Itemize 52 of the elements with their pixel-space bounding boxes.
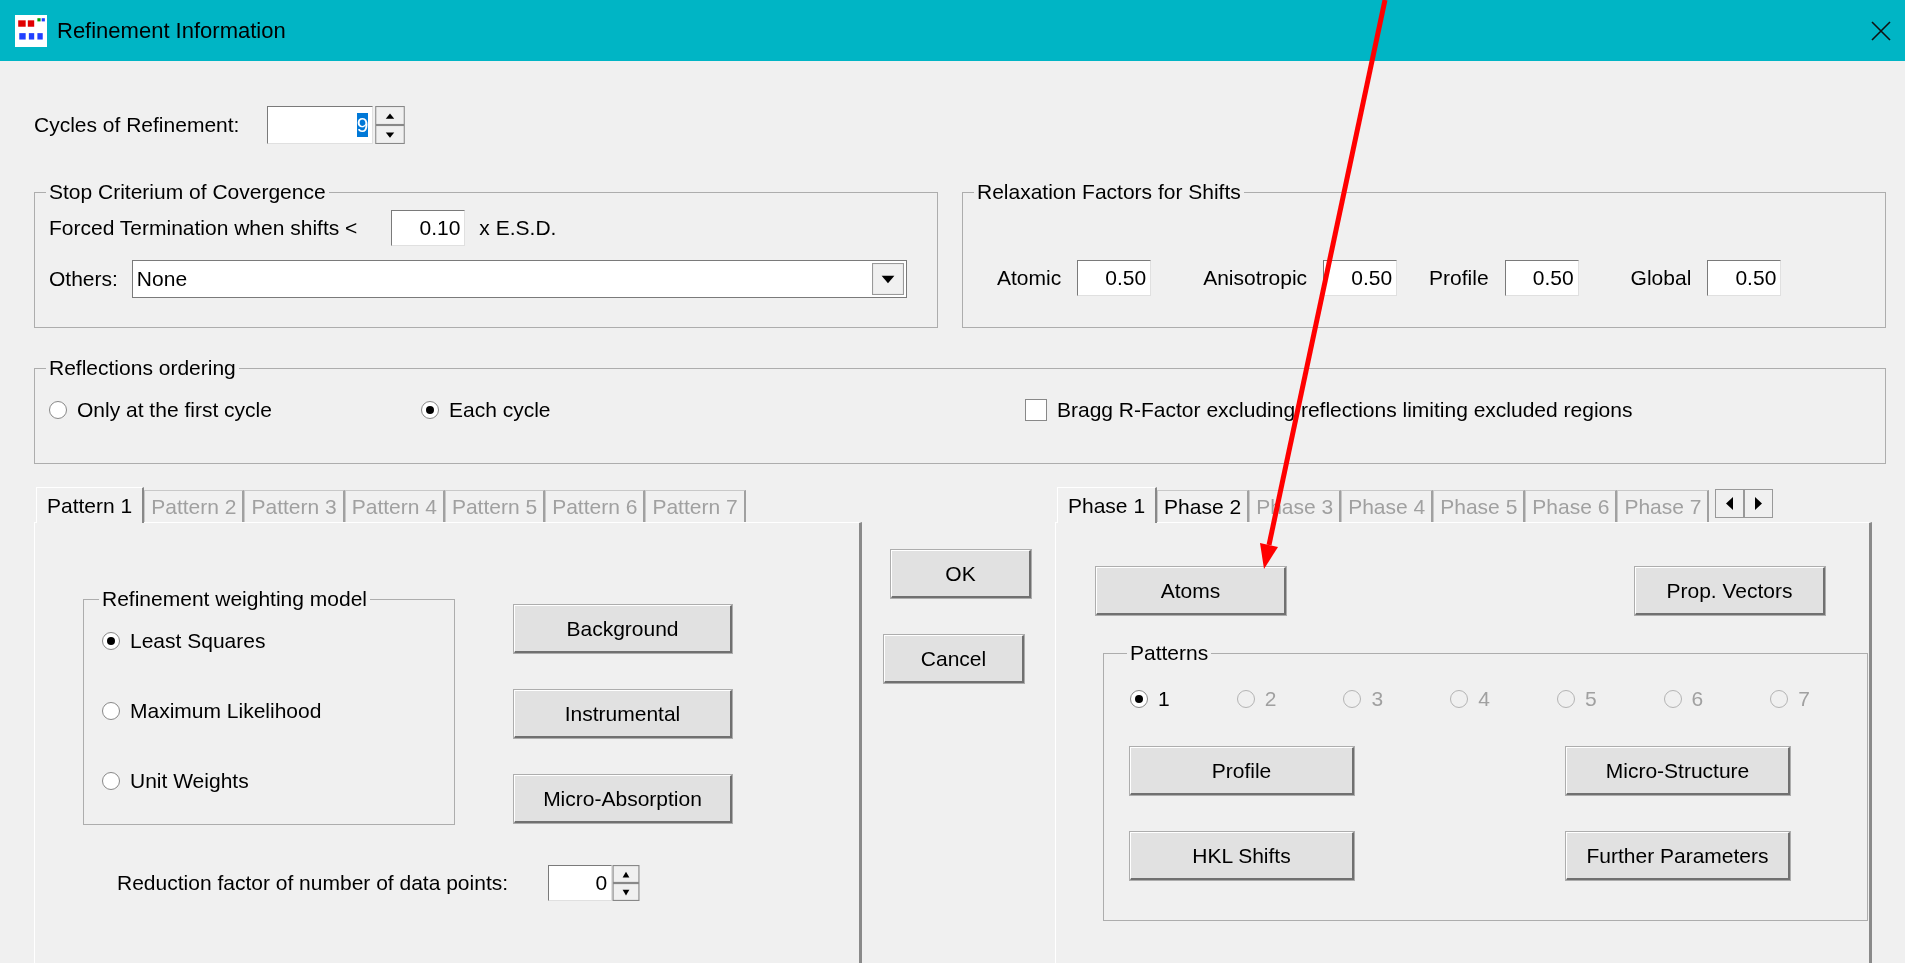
spin-down-icon[interactable] [373, 125, 408, 144]
spin-down-icon[interactable] [612, 883, 641, 901]
panel-button[interactable]: Further Parameters [1566, 832, 1790, 880]
factor-input[interactable]: 0.50 [1707, 260, 1782, 296]
phase-tab[interactable]: Phase 2 [1157, 490, 1250, 522]
forced-termination-label: Forced Termination when shifts < [49, 216, 358, 240]
reduction-label: Reduction factor of number of data points: [117, 871, 509, 895]
window-title: Refinement Information [57, 17, 287, 44]
others-label: Others: [49, 267, 118, 291]
factor-label: Profile [1429, 266, 1489, 290]
others-dropdown[interactable]: None [131, 260, 907, 298]
radio-option[interactable]: Only at the first cycle [49, 398, 419, 422]
pattern-tab[interactable]: Pattern 1 [36, 487, 145, 523]
cycles-label: Cycles of Refinement: [34, 113, 240, 137]
panel-button[interactable]: Profile [1130, 747, 1354, 795]
close-icon[interactable] [1871, 20, 1891, 41]
shift-threshold-input[interactable]: 0.10 [391, 210, 466, 246]
factor-input[interactable]: 0.50 [1077, 260, 1152, 296]
dialog-button[interactable]: Cancel [884, 635, 1024, 683]
app-logo-icon [15, 14, 47, 47]
panel-button[interactable]: Micro-Absorption [514, 775, 732, 823]
panel-button[interactable]: Atoms [1096, 567, 1286, 615]
panel-button[interactable]: HKL Shifts [1130, 832, 1354, 880]
radio-option[interactable]: Each cycle [421, 398, 1025, 422]
dialog-button[interactable]: OK [891, 550, 1031, 598]
spin-up-icon[interactable] [373, 106, 408, 125]
group-title: Refinement weighting model [101, 587, 368, 611]
scroll-right-icon[interactable] [1744, 489, 1774, 518]
spin-up-icon[interactable] [612, 865, 641, 883]
reduction-input[interactable]: 0 [548, 865, 613, 901]
group-title: Reflections ordering [48, 356, 237, 380]
panel-button[interactable]: Prop. Vectors [1635, 567, 1825, 615]
cycles-input[interactable]: 9 [267, 106, 374, 144]
radio-option[interactable]: Unit Weights [102, 769, 436, 793]
radio-option[interactable]: 1 [1130, 687, 1170, 711]
group-title: Patterns [1129, 641, 1210, 665]
panel-button[interactable]: Micro-Structure [1566, 747, 1790, 795]
group-title: Stop Criterium of Covergence [48, 180, 327, 204]
factor-input[interactable]: 0.50 [1323, 260, 1398, 296]
factor-input[interactable]: 0.50 [1504, 260, 1579, 296]
esd-label: x E.S.D. [479, 216, 557, 240]
phase-tab[interactable]: Phase 1 [1057, 487, 1158, 523]
radio-option[interactable]: Maximum Likelihood [102, 699, 436, 723]
group-title: Relaxation Factors for Shifts [976, 180, 1242, 204]
bragg-checkbox[interactable]: Bragg R-Factor excluding reflections limiting excluded regions [1025, 398, 1633, 422]
factor-label: Atomic [997, 266, 1062, 290]
panel-button[interactable]: Instrumental [514, 690, 732, 738]
panel-button[interactable]: Background [514, 605, 732, 653]
factor-label: Anisotropic [1203, 266, 1308, 290]
scroll-left-icon[interactable] [1715, 489, 1745, 518]
radio-option[interactable]: Least Squares [102, 629, 436, 653]
factor-label: Global [1630, 266, 1692, 290]
